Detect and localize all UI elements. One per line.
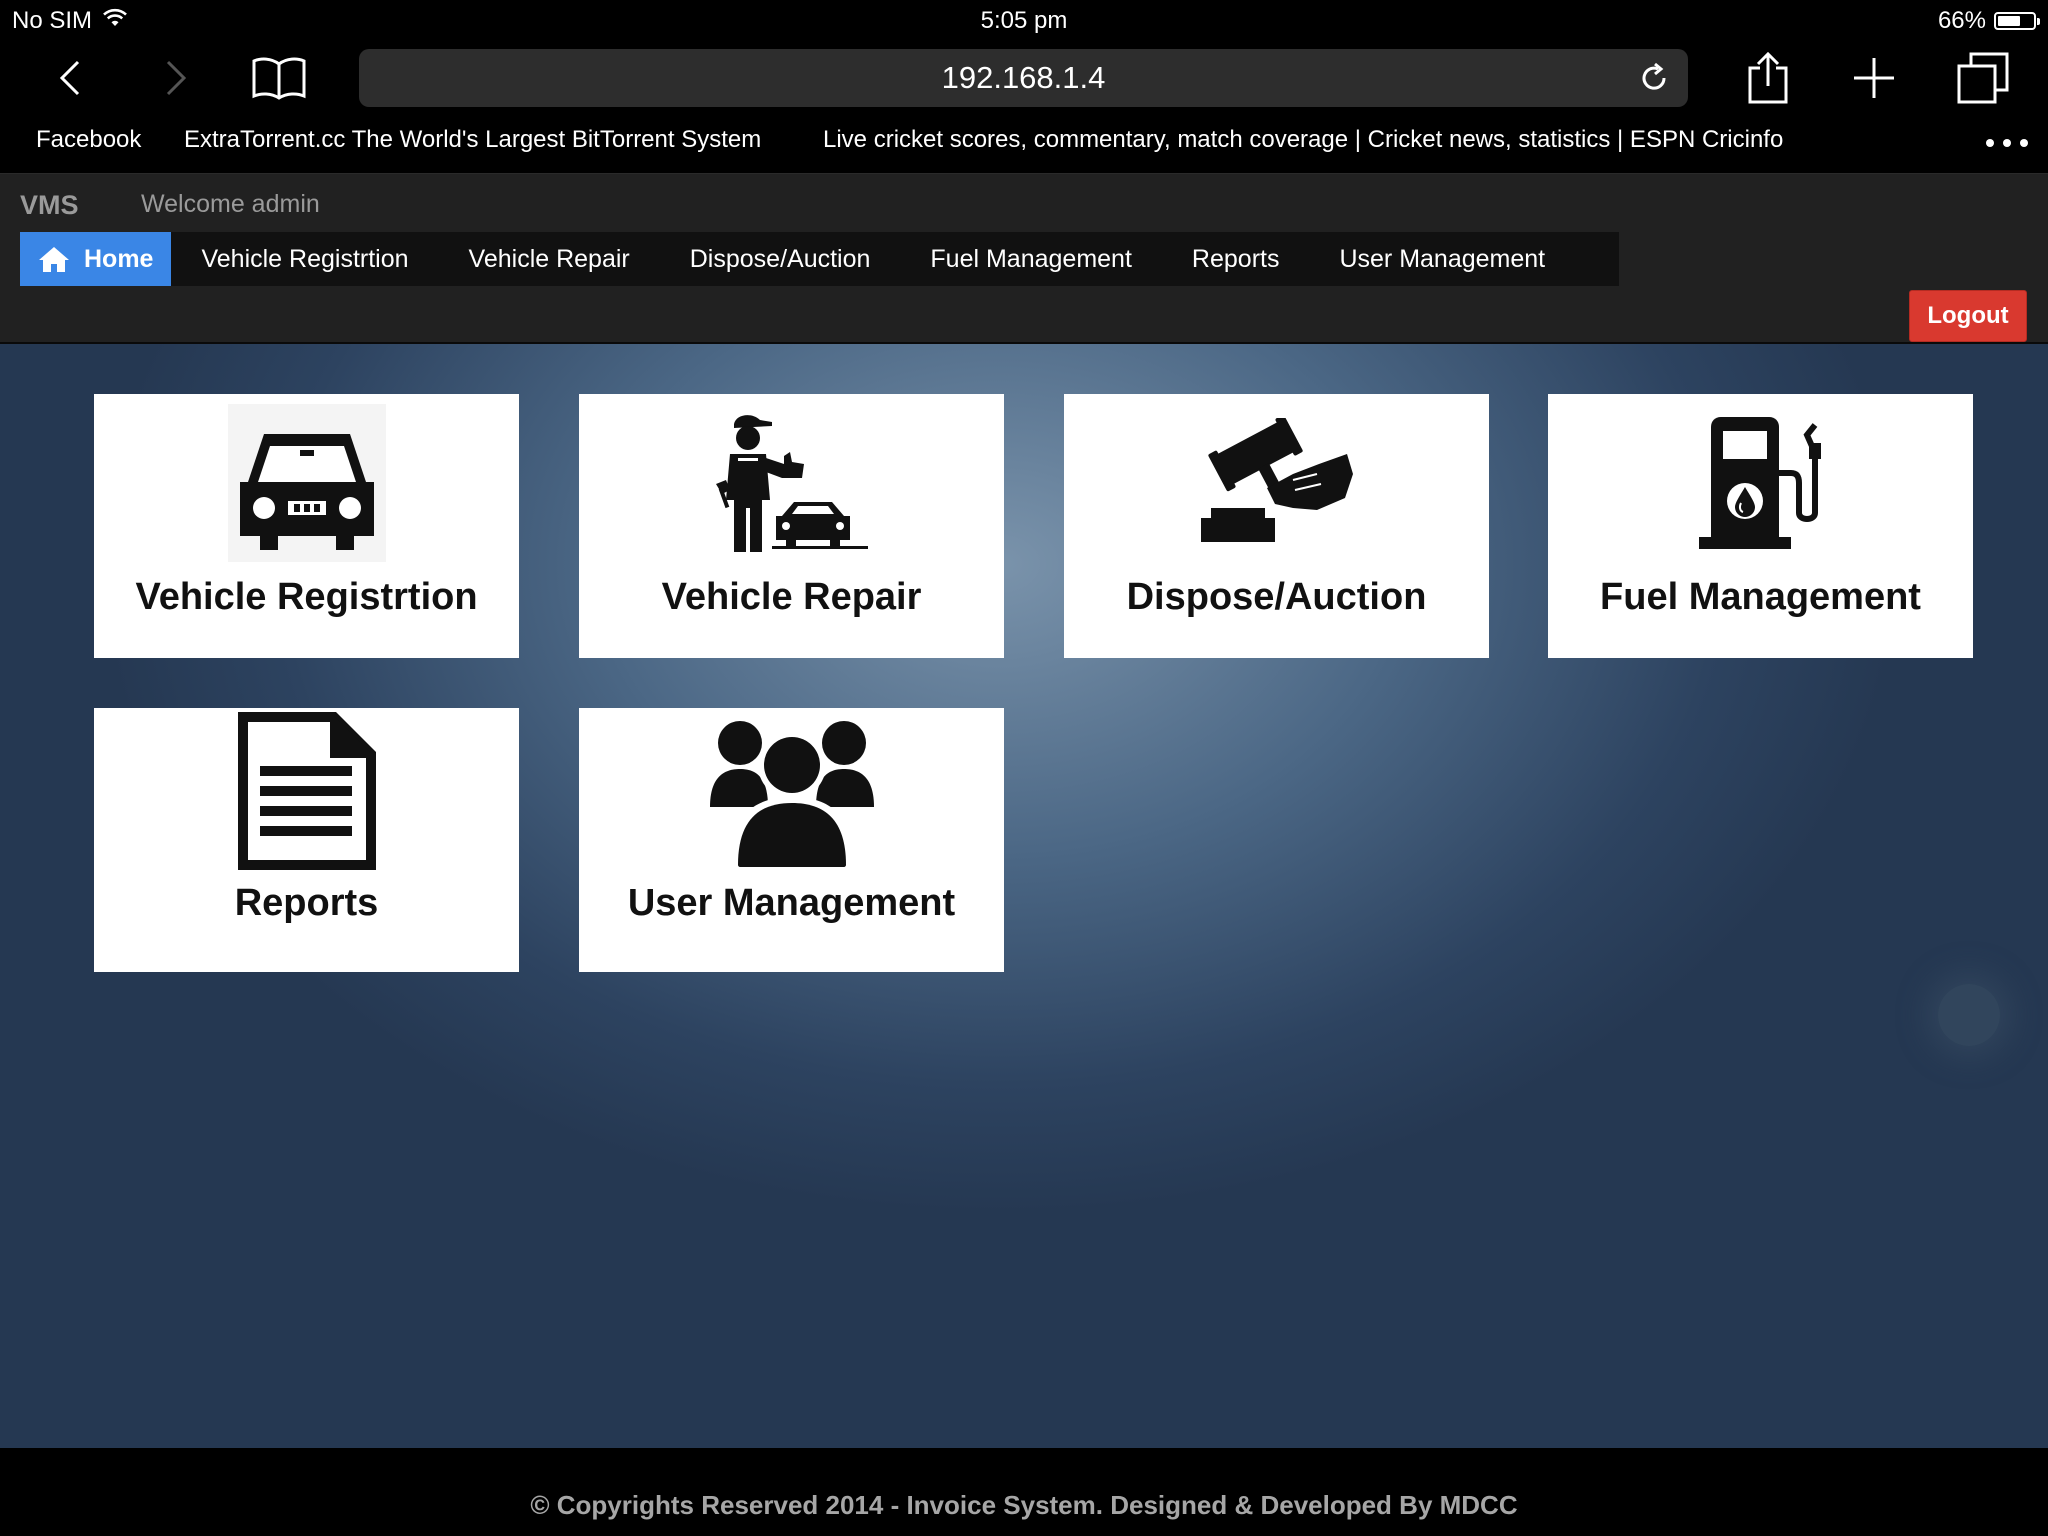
status-right: 66% (1937, 7, 2040, 35)
nav-vehicle-registration[interactable]: Vehicle Registrtion (171, 232, 438, 286)
welcome-text: Welcome admin (141, 190, 320, 218)
dashboard-content: Vehicle Registrtion Vehicle Repair Dispo… (0, 344, 2048, 1448)
bookmarks-book-icon[interactable] (251, 54, 307, 102)
back-arrow-icon[interactable] (42, 54, 98, 102)
tile-label: Fuel Management (1600, 576, 1921, 618)
favorites-bar: Facebook ExtraTorrent.cc The World's Lar… (0, 114, 2048, 174)
tile-fuel-management[interactable]: Fuel Management (1548, 394, 1973, 658)
nav-user-management[interactable]: User Management (1309, 232, 1575, 286)
nav-vehicle-repair[interactable]: Vehicle Repair (439, 232, 660, 286)
tile-label: Vehicle Registrtion (135, 576, 478, 618)
tile-label: Dispose/Auction (1126, 576, 1427, 618)
nav-fuel-management[interactable]: Fuel Management (900, 232, 1162, 286)
forward-arrow-icon[interactable] (148, 54, 204, 102)
tile-label: User Management (627, 882, 956, 924)
browser-toolbar: 192.168.1.4 (0, 42, 2048, 114)
battery-percent: 66% (1937, 7, 1986, 34)
mechanic-icon (715, 415, 868, 552)
wifi-icon (102, 7, 128, 35)
tile-dispose-auction[interactable]: Dispose/Auction (1064, 394, 1489, 658)
battery-icon (1994, 12, 2040, 30)
tabs-overview-icon[interactable] (1955, 52, 2011, 104)
gavel-icon (1200, 418, 1353, 542)
logout-button[interactable]: Logout (1909, 290, 2027, 342)
new-tab-plus-icon[interactable] (1846, 54, 1902, 102)
app-header: VMS Welcome admin Home Vehicle Registrti… (0, 174, 2048, 344)
document-icon (237, 712, 376, 870)
tile-user-management[interactable]: User Management (579, 708, 1004, 972)
page-footer: © Copyrights Reserved 2014 - Invoice Sys… (0, 1448, 2048, 1536)
home-icon (39, 247, 69, 272)
status-bar: No SIM 5:05 pm 66% (0, 0, 2048, 42)
url-text: 192.168.1.4 (941, 60, 1106, 95)
status-time: 5:05 pm (980, 7, 1068, 34)
carrier-label: No SIM (12, 7, 93, 34)
share-icon[interactable] (1740, 52, 1796, 104)
assistive-touch-button[interactable] (1938, 984, 2000, 1046)
fuel-pump-icon (1698, 417, 1821, 549)
tile-label: Vehicle Repair (661, 576, 922, 618)
nav-dispose-auction[interactable]: Dispose/Auction (660, 232, 901, 286)
more-favorites-icon[interactable] (1986, 128, 2028, 158)
main-nav: Home Vehicle Registrtion Vehicle Repair … (20, 232, 1619, 286)
tile-vehicle-repair[interactable]: Vehicle Repair (579, 394, 1004, 658)
nav-home[interactable]: Home (20, 232, 172, 286)
car-icon (227, 404, 386, 562)
tile-label: Reports (234, 882, 379, 924)
copyright-text: © Copyrights Reserved 2014 - Invoice Sys… (530, 1490, 1518, 1520)
favorite-extratorrent[interactable]: ExtraTorrent.cc The World's Largest BitT… (184, 126, 761, 154)
status-left: No SIM (12, 7, 128, 35)
favorite-espn-cricinfo[interactable]: Live cricket scores, commentary, match c… (823, 126, 1783, 154)
address-bar[interactable]: 192.168.1.4 (359, 49, 1688, 107)
nav-reports[interactable]: Reports (1162, 232, 1310, 286)
tile-vehicle-registration[interactable]: Vehicle Registrtion (94, 394, 519, 658)
nav-home-label: Home (84, 244, 154, 273)
users-icon (709, 721, 874, 867)
brand-logo[interactable]: VMS (20, 190, 79, 221)
favorite-facebook[interactable]: Facebook (36, 126, 141, 154)
tile-reports[interactable]: Reports (94, 708, 519, 972)
reload-icon[interactable] (1638, 62, 1670, 94)
